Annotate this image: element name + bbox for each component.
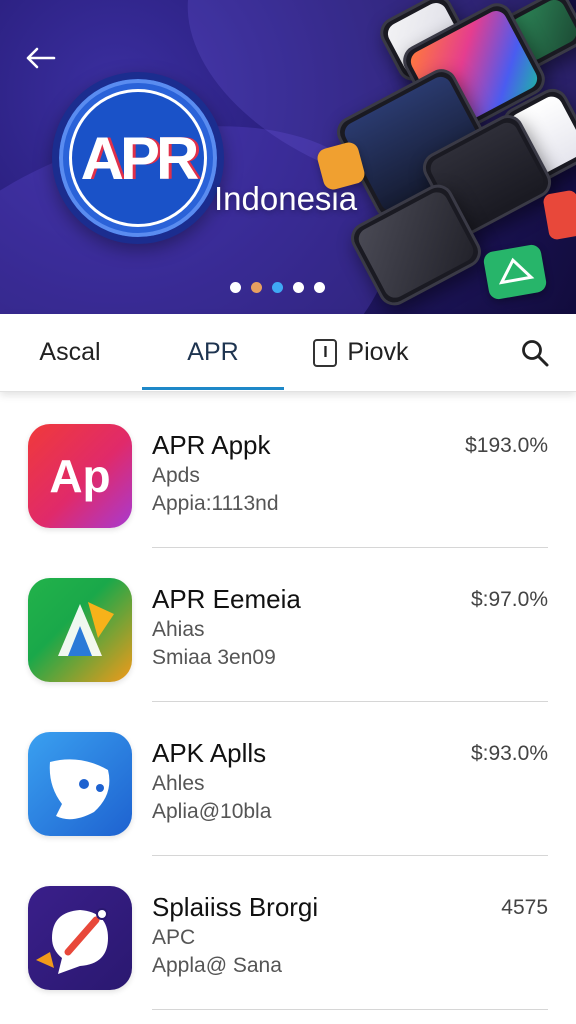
tab-apr[interactable]: APR xyxy=(140,314,286,392)
carousel-dot[interactable] xyxy=(230,282,241,293)
sticker-decoration xyxy=(482,243,548,301)
search-button[interactable] xyxy=(520,338,550,368)
list-item[interactable]: Splaiiss Brorgi APC Appla@ Sana 4575 xyxy=(0,856,576,1010)
tab-label: APR xyxy=(187,338,239,366)
search-icon xyxy=(522,340,549,367)
app-detail: Appla@ Sana xyxy=(152,954,282,977)
brand-logo-text: APR xyxy=(80,124,200,192)
list-item[interactable]: APK Aplls Ahles Aplia@10bla $:93.0% xyxy=(0,702,576,856)
list-item[interactable]: APR Eemeia Ahias Smiaa 3en09 $:97.0% xyxy=(0,548,576,702)
app-name: APR Eemeia xyxy=(152,584,301,614)
back-button[interactable] xyxy=(20,38,60,78)
tab-piovk[interactable]: I Piovk xyxy=(286,314,436,392)
carousel-dot[interactable] xyxy=(251,282,262,293)
app-price: $193.0% xyxy=(465,434,548,457)
app-price: $:93.0% xyxy=(470,742,548,765)
app-category: Ahles xyxy=(152,772,205,795)
app-name: Splaiiss Brorgi xyxy=(152,892,319,922)
tab-label: Ascal xyxy=(39,338,101,366)
app-detail: Smiaa 3en09 xyxy=(152,646,276,669)
app-icon xyxy=(28,886,132,990)
app-price: $:97.0% xyxy=(470,588,548,611)
app-category: Ahias xyxy=(152,618,205,641)
app-icon xyxy=(28,732,132,836)
hero-banner: APR Indonesia xyxy=(0,0,576,314)
app-category: Apds xyxy=(152,464,200,487)
sticker-decoration xyxy=(542,189,576,241)
app-price: 4575 xyxy=(501,896,548,919)
brand-logo-inner: APR xyxy=(69,89,207,227)
brand-logo: APR xyxy=(52,72,224,244)
app-name: APK Aplls xyxy=(152,738,267,768)
carousel-dot[interactable] xyxy=(314,282,325,293)
app-detail: Aplia@10bla xyxy=(152,800,272,823)
carousel-dot[interactable] xyxy=(293,282,304,293)
app-icon-text: Ap xyxy=(49,450,110,502)
tab-bar: Ascal APR I Piovk xyxy=(0,314,576,392)
arrow-left-icon xyxy=(26,47,56,69)
box-icon: I xyxy=(313,338,338,367)
tab-ascal[interactable]: Ascal xyxy=(0,314,140,392)
active-tab-indicator xyxy=(142,386,284,390)
app-category: APC xyxy=(152,926,196,949)
list-item[interactable]: Ap APR Appk Apds Appia:1113nd $193.0% xyxy=(0,394,576,548)
carousel-dot-active[interactable] xyxy=(272,282,283,293)
app-icon xyxy=(28,578,132,682)
app-detail: Appia:1113nd xyxy=(152,492,279,515)
divider xyxy=(152,1009,548,1010)
tab-label: Piovk xyxy=(347,338,409,366)
app-icon: Ap xyxy=(28,424,132,528)
app-name: APR Appk xyxy=(152,430,271,460)
carousel-dots xyxy=(230,282,325,293)
